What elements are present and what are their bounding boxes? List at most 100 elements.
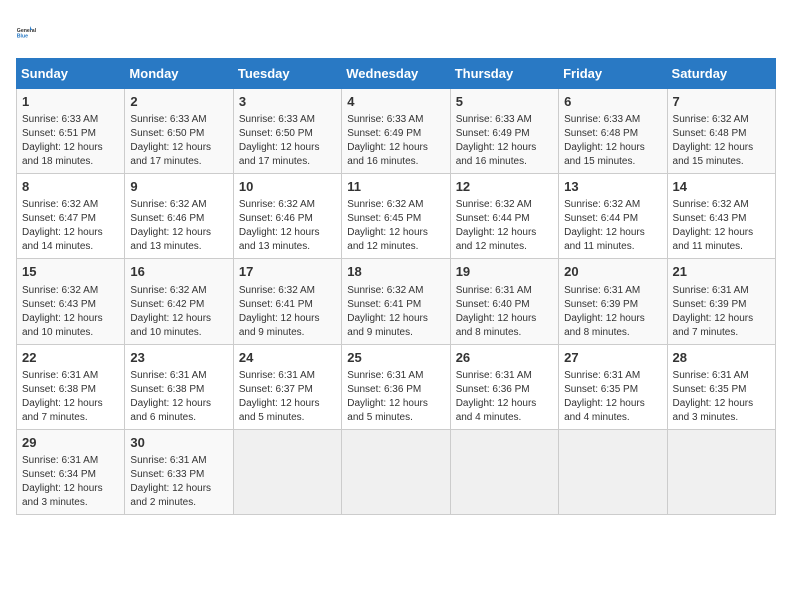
calendar-cell (559, 429, 667, 514)
day-info: Sunrise: 6:32 AM Sunset: 6:43 PM Dayligh… (22, 284, 119, 340)
day-number: 2 (130, 93, 227, 111)
day-info: Sunrise: 6:33 AM Sunset: 6:49 PM Dayligh… (347, 113, 444, 169)
calendar-cell: 22 Sunrise: 6:31 AM Sunset: 6:38 PM Dayli… (17, 344, 125, 429)
day-number: 26 (456, 349, 553, 367)
day-info: Sunrise: 6:32 AM Sunset: 6:44 PM Dayligh… (456, 198, 553, 254)
day-info: Sunrise: 6:32 AM Sunset: 6:42 PM Dayligh… (130, 284, 227, 340)
calendar-cell: 6 Sunrise: 6:33 AM Sunset: 6:48 PM Daylig… (559, 89, 667, 174)
day-info: Sunrise: 6:32 AM Sunset: 6:41 PM Dayligh… (239, 284, 336, 340)
day-info: Sunrise: 6:33 AM Sunset: 6:48 PM Dayligh… (564, 113, 661, 169)
day-info: Sunrise: 6:33 AM Sunset: 6:50 PM Dayligh… (239, 113, 336, 169)
day-number: 15 (22, 263, 119, 281)
calendar-cell: 15 Sunrise: 6:32 AM Sunset: 6:43 PM Dayli… (17, 259, 125, 344)
calendar-cell: 5 Sunrise: 6:33 AM Sunset: 6:49 PM Daylig… (450, 89, 558, 174)
logo: General Blue (16, 16, 48, 48)
calendar-week-3: 15 Sunrise: 6:32 AM Sunset: 6:43 PM Dayli… (17, 259, 776, 344)
day-info: Sunrise: 6:31 AM Sunset: 6:38 PM Dayligh… (130, 369, 227, 425)
calendar-cell: 21 Sunrise: 6:31 AM Sunset: 6:39 PM Dayli… (667, 259, 775, 344)
calendar-cell: 27 Sunrise: 6:31 AM Sunset: 6:35 PM Dayli… (559, 344, 667, 429)
day-number: 4 (347, 93, 444, 111)
page-header: General Blue (16, 16, 776, 48)
calendar-cell: 7 Sunrise: 6:32 AM Sunset: 6:48 PM Daylig… (667, 89, 775, 174)
day-number: 12 (456, 178, 553, 196)
day-number: 18 (347, 263, 444, 281)
day-info: Sunrise: 6:31 AM Sunset: 6:34 PM Dayligh… (22, 454, 119, 510)
day-info: Sunrise: 6:32 AM Sunset: 6:44 PM Dayligh… (564, 198, 661, 254)
day-number: 9 (130, 178, 227, 196)
day-info: Sunrise: 6:31 AM Sunset: 6:35 PM Dayligh… (564, 369, 661, 425)
day-number: 6 (564, 93, 661, 111)
day-info: Sunrise: 6:31 AM Sunset: 6:35 PM Dayligh… (673, 369, 770, 425)
calendar-cell: 11 Sunrise: 6:32 AM Sunset: 6:45 PM Dayli… (342, 174, 450, 259)
day-info: Sunrise: 6:33 AM Sunset: 6:50 PM Dayligh… (130, 113, 227, 169)
calendar-cell: 20 Sunrise: 6:31 AM Sunset: 6:39 PM Dayli… (559, 259, 667, 344)
day-info: Sunrise: 6:31 AM Sunset: 6:37 PM Dayligh… (239, 369, 336, 425)
day-number: 7 (673, 93, 770, 111)
day-number: 8 (22, 178, 119, 196)
header-day-friday: Friday (559, 59, 667, 89)
calendar-cell: 25Sunrise: 6:31 AM Sunset: 6:36 PM Dayli… (342, 344, 450, 429)
header-day-monday: Monday (125, 59, 233, 89)
header-row: SundayMondayTuesdayWednesdayThursdayFrid… (17, 59, 776, 89)
day-info: Sunrise: 6:32 AM Sunset: 6:45 PM Dayligh… (347, 198, 444, 254)
svg-text:Blue: Blue (17, 34, 28, 40)
day-number: 30 (130, 434, 227, 452)
day-number: 5 (456, 93, 553, 111)
day-number: 17 (239, 263, 336, 281)
day-info: Sunrise: 6:32 AM Sunset: 6:46 PM Dayligh… (239, 198, 336, 254)
calendar-cell: 18 Sunrise: 6:32 AM Sunset: 6:41 PM Dayli… (342, 259, 450, 344)
calendar-cell: 17 Sunrise: 6:32 AM Sunset: 6:41 PM Dayli… (233, 259, 341, 344)
day-info: Sunrise: 6:32 AM Sunset: 6:47 PM Dayligh… (22, 198, 119, 254)
day-info: Sunrise: 6:33 AM Sunset: 6:49 PM Dayligh… (456, 113, 553, 169)
calendar-cell: 2 Sunrise: 6:33 AM Sunset: 6:50 PM Daylig… (125, 89, 233, 174)
calendar-cell: 24Sunrise: 6:31 AM Sunset: 6:37 PM Dayli… (233, 344, 341, 429)
day-info: Sunrise: 6:32 AM Sunset: 6:41 PM Dayligh… (347, 284, 444, 340)
calendar-week-5: 29Sunrise: 6:31 AM Sunset: 6:34 PM Dayli… (17, 429, 776, 514)
calendar-cell: 16 Sunrise: 6:32 AM Sunset: 6:42 PM Dayli… (125, 259, 233, 344)
day-number: 14 (673, 178, 770, 196)
day-number: 16 (130, 263, 227, 281)
calendar-week-2: 8 Sunrise: 6:32 AM Sunset: 6:47 PM Daylig… (17, 174, 776, 259)
calendar-cell: 14Sunrise: 6:32 AM Sunset: 6:43 PM Dayli… (667, 174, 775, 259)
day-number: 10 (239, 178, 336, 196)
calendar-cell (450, 429, 558, 514)
day-info: Sunrise: 6:31 AM Sunset: 6:40 PM Dayligh… (456, 284, 553, 340)
day-number: 11 (347, 178, 444, 196)
day-number: 13 (564, 178, 661, 196)
header-day-thursday: Thursday (450, 59, 558, 89)
calendar-cell: 28Sunrise: 6:31 AM Sunset: 6:35 PM Dayli… (667, 344, 775, 429)
calendar-cell: 10 Sunrise: 6:32 AM Sunset: 6:46 PM Dayli… (233, 174, 341, 259)
calendar-cell: 4 Sunrise: 6:33 AM Sunset: 6:49 PM Daylig… (342, 89, 450, 174)
day-info: Sunrise: 6:31 AM Sunset: 6:38 PM Dayligh… (22, 369, 119, 425)
calendar-body: 1Sunrise: 6:33 AM Sunset: 6:51 PM Daylig… (17, 89, 776, 515)
day-info: Sunrise: 6:31 AM Sunset: 6:39 PM Dayligh… (673, 284, 770, 340)
calendar-cell (667, 429, 775, 514)
calendar-cell: 23 Sunrise: 6:31 AM Sunset: 6:38 PM Dayli… (125, 344, 233, 429)
calendar-header: SundayMondayTuesdayWednesdayThursdayFrid… (17, 59, 776, 89)
calendar-cell: 30 Sunrise: 6:31 AM Sunset: 6:33 PM Dayli… (125, 429, 233, 514)
day-number: 23 (130, 349, 227, 367)
calendar-cell: 19Sunrise: 6:31 AM Sunset: 6:40 PM Dayli… (450, 259, 558, 344)
calendar-cell: 29Sunrise: 6:31 AM Sunset: 6:34 PM Dayli… (17, 429, 125, 514)
logo-icon: General Blue (16, 16, 48, 48)
calendar-cell: 3Sunrise: 6:33 AM Sunset: 6:50 PM Daylig… (233, 89, 341, 174)
header-day-wednesday: Wednesday (342, 59, 450, 89)
calendar-week-4: 22 Sunrise: 6:31 AM Sunset: 6:38 PM Dayli… (17, 344, 776, 429)
day-number: 22 (22, 349, 119, 367)
header-day-saturday: Saturday (667, 59, 775, 89)
calendar-cell: 1Sunrise: 6:33 AM Sunset: 6:51 PM Daylig… (17, 89, 125, 174)
day-info: Sunrise: 6:32 AM Sunset: 6:46 PM Dayligh… (130, 198, 227, 254)
svg-text:General: General (17, 28, 37, 34)
day-number: 27 (564, 349, 661, 367)
day-info: Sunrise: 6:32 AM Sunset: 6:48 PM Dayligh… (673, 113, 770, 169)
day-info: Sunrise: 6:31 AM Sunset: 6:33 PM Dayligh… (130, 454, 227, 510)
calendar-cell: 13 Sunrise: 6:32 AM Sunset: 6:44 PM Dayli… (559, 174, 667, 259)
day-number: 21 (673, 263, 770, 281)
day-number: 20 (564, 263, 661, 281)
calendar-cell: 8 Sunrise: 6:32 AM Sunset: 6:47 PM Daylig… (17, 174, 125, 259)
calendar-cell: 9 Sunrise: 6:32 AM Sunset: 6:46 PM Daylig… (125, 174, 233, 259)
day-info: Sunrise: 6:33 AM Sunset: 6:51 PM Dayligh… (22, 113, 119, 169)
day-info: Sunrise: 6:31 AM Sunset: 6:36 PM Dayligh… (456, 369, 553, 425)
header-day-sunday: Sunday (17, 59, 125, 89)
day-info: Sunrise: 6:31 AM Sunset: 6:39 PM Dayligh… (564, 284, 661, 340)
